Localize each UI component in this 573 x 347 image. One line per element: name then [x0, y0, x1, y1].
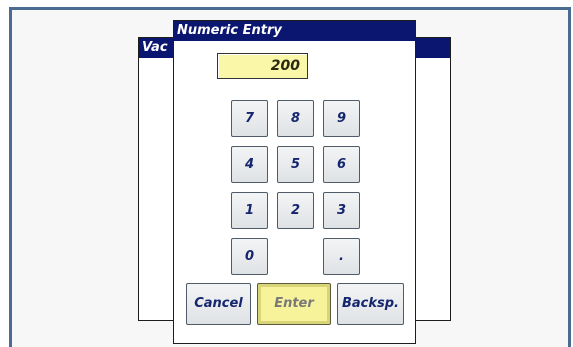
key-3[interactable]: 3 [323, 192, 360, 229]
key-2[interactable]: 2 [277, 192, 314, 229]
key-9[interactable]: 9 [323, 100, 360, 137]
enter-button[interactable]: Enter [257, 283, 331, 325]
key-5[interactable]: 5 [277, 146, 314, 183]
value-display: 200 [217, 53, 308, 79]
dialog-title: Numeric Entry [174, 21, 415, 41]
numeric-entry-dialog: Numeric Entry 200 7 8 9 4 5 6 1 2 3 0 . … [173, 20, 416, 344]
key-decimal[interactable]: . [323, 238, 360, 275]
key-4[interactable]: 4 [231, 146, 268, 183]
screen: Vac Numeric Entry 200 7 8 9 4 5 6 1 2 3 … [0, 0, 573, 347]
key-0[interactable]: 0 [231, 238, 268, 275]
backspace-button[interactable]: Backsp. [337, 283, 404, 325]
key-1[interactable]: 1 [231, 192, 268, 229]
key-6[interactable]: 6 [323, 146, 360, 183]
cancel-button[interactable]: Cancel [186, 283, 251, 325]
key-8[interactable]: 8 [277, 100, 314, 137]
key-7[interactable]: 7 [231, 100, 268, 137]
